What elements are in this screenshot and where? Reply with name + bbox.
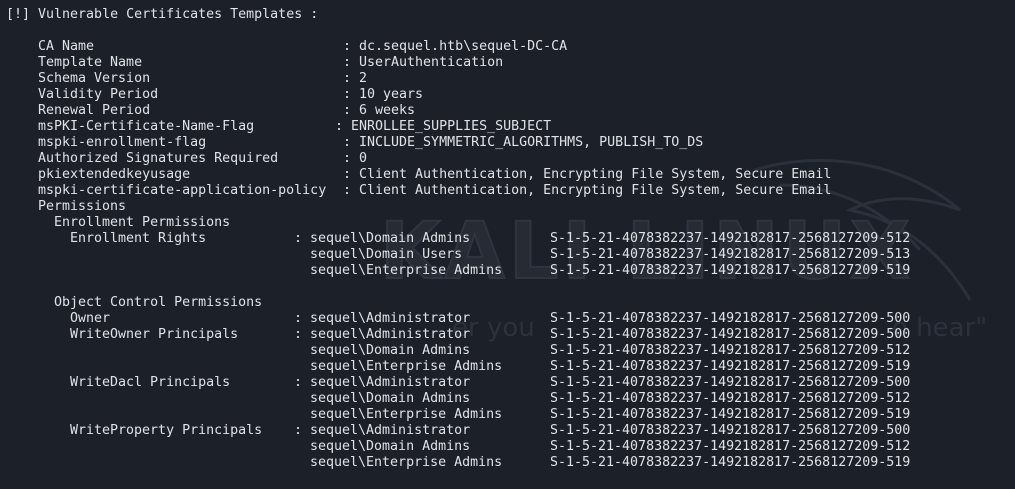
field-label: Template Name	[38, 55, 143, 70]
field-label: Validity Period	[38, 87, 159, 102]
principal-sid: S-1-5-21-4078382237-1492182817-256812720…	[550, 423, 911, 438]
template-field-row: mspki-certificate-application-policy : Cl…	[6, 183, 1015, 199]
principal-name: sequel\Domain Users	[310, 247, 463, 262]
principal-name: sequel\Domain Admins	[310, 231, 471, 246]
output-header: [!] Vulnerable Certificates Templates :	[6, 7, 319, 22]
field-label: Renewal Period	[38, 103, 151, 118]
permissions-label: Permissions	[38, 199, 127, 214]
principal-sid: S-1-5-21-4078382237-1492182817-256812720…	[550, 455, 911, 470]
principal-name: sequel\Domain Admins	[310, 439, 471, 454]
enrollment-permission-rows: Enrollment Rights: sequel\Domain Admins S-…	[6, 231, 1015, 279]
permission-separator: :	[294, 423, 303, 438]
principal-name: sequel\Administrator	[310, 375, 471, 390]
field-label: mspki-certificate-application-policy	[38, 183, 327, 198]
field-value: : 0	[343, 151, 368, 166]
permission-row: WriteDacl Principals: sequel\Administrato…	[6, 375, 1015, 391]
permission-row: sequel\Enterprise Admins S-1-5-21-4078382…	[6, 455, 1015, 471]
permission-row: WriteOwner Principals: sequel\Administrat…	[6, 327, 1015, 343]
field-label: pkiextendedkeyusage	[38, 167, 191, 182]
field-value: : dc.sequel.htb\sequel-DC-CA	[343, 39, 568, 54]
permission-row: sequel\Enterprise Admins S-1-5-21-4078382…	[6, 263, 1015, 279]
field-value: : 2	[343, 71, 368, 86]
permission-row: WriteProperty Principals: sequel\Administ…	[6, 423, 1015, 439]
permission-row: Owner: sequel\Administrator S-1-5-21-40783…	[6, 311, 1015, 327]
template-field-row: Validity Period : 10 years	[6, 87, 1015, 103]
template-field-row: Renewal Period : 6 weeks	[6, 103, 1015, 119]
permission-row: sequel\Domain Admins S-1-5-21-4078382237-…	[6, 391, 1015, 407]
permission-row: sequel\Enterprise Admins S-1-5-21-4078382…	[6, 407, 1015, 423]
field-value: : ENROLLEE_SUPPLIES_SUBJECT	[335, 119, 552, 134]
permission-name: WriteDacl Principals	[70, 375, 231, 390]
principal-sid: S-1-5-21-4078382237-1492182817-256812720…	[550, 391, 911, 406]
principal-sid: S-1-5-21-4078382237-1492182817-256812720…	[550, 247, 911, 262]
principal-sid: S-1-5-21-4078382237-1492182817-256812720…	[550, 359, 911, 374]
principal-name: sequel\Enterprise Admins	[310, 359, 503, 374]
permission-row: Enrollment Rights: sequel\Domain Admins S-…	[6, 231, 1015, 247]
template-field-row: Template Name : UserAuthentication	[6, 55, 1015, 71]
principal-name: sequel\Administrator	[310, 327, 471, 342]
principal-name: sequel\Enterprise Admins	[310, 455, 503, 470]
principal-sid: S-1-5-21-4078382237-1492182817-256812720…	[550, 231, 911, 246]
template-field-row: msPKI-Certificate-Name-Flag : ENROLLEE_SU…	[6, 119, 1015, 135]
permission-name: Enrollment Rights	[70, 231, 207, 246]
field-value: : Client Authentication, Encrypting File…	[343, 167, 832, 182]
field-value: : INCLUDE_SYMMETRIC_ALGORITHMS, PUBLISH_…	[343, 135, 704, 150]
principal-sid: S-1-5-21-4078382237-1492182817-256812720…	[550, 311, 911, 326]
principal-sid: S-1-5-21-4078382237-1492182817-256812720…	[550, 375, 911, 390]
permission-row: sequel\Domain Admins S-1-5-21-4078382237-…	[6, 439, 1015, 455]
principal-sid: S-1-5-21-4078382237-1492182817-256812720…	[550, 343, 911, 358]
template-field-row: mspki-enrollment-flag : INCLUDE_SYMMETRIC…	[6, 135, 1015, 151]
field-label: Authorized Signatures Required	[38, 151, 279, 166]
principal-name: sequel\Enterprise Admins	[310, 407, 503, 422]
template-field-row: CA Name : dc.sequel.htb\sequel-DC-CA	[6, 39, 1015, 55]
enrollment-permissions-label: Enrollment Permissions	[54, 215, 231, 230]
principal-name: sequel\Administrator	[310, 311, 471, 326]
principal-name: sequel\Domain Admins	[310, 391, 471, 406]
permission-separator: :	[294, 375, 303, 390]
object-control-label: Object Control Permissions	[54, 295, 263, 310]
permission-row: sequel\Domain Users S-1-5-21-4078382237-1…	[6, 247, 1015, 263]
object-control-rows: Owner: sequel\Administrator S-1-5-21-40783…	[6, 311, 1015, 471]
terminal-output: [!] Vulnerable Certificates Templates : …	[6, 7, 1015, 471]
field-label: Schema Version	[38, 71, 151, 86]
terminal-window[interactable]: KALI LINUX er you o hear" [!] Vulnerable…	[0, 0, 1015, 489]
field-label: msPKI-Certificate-Name-Flag	[38, 119, 255, 134]
principal-sid: S-1-5-21-4078382237-1492182817-256812720…	[550, 327, 911, 342]
field-label: mspki-enrollment-flag	[38, 135, 207, 150]
permission-name: WriteProperty Principals	[70, 423, 263, 438]
permission-name: Owner	[70, 311, 111, 326]
principal-sid: S-1-5-21-4078382237-1492182817-256812720…	[550, 407, 911, 422]
field-value: : 10 years	[343, 87, 424, 102]
template-fields: CA Name: dc.sequel.htb\sequel-DC-CA Templ…	[6, 39, 1015, 199]
template-field-row: pkiextendedkeyusage : Client Authenticati…	[6, 167, 1015, 183]
field-value: : Client Authentication, Encrypting File…	[343, 183, 832, 198]
principal-name: sequel\Enterprise Admins	[310, 263, 503, 278]
permission-row: sequel\Enterprise Admins S-1-5-21-4078382…	[6, 359, 1015, 375]
permission-separator: :	[294, 311, 303, 326]
permission-separator: :	[294, 231, 303, 246]
principal-sid: S-1-5-21-4078382237-1492182817-256812720…	[550, 263, 911, 278]
field-value: : UserAuthentication	[343, 55, 504, 70]
template-field-row: Authorized Signatures Required : 0	[6, 151, 1015, 167]
permission-separator: :	[294, 327, 303, 342]
permission-row: sequel\Domain Admins S-1-5-21-4078382237-…	[6, 343, 1015, 359]
permission-name: WriteOwner Principals	[70, 327, 239, 342]
principal-sid: S-1-5-21-4078382237-1492182817-256812720…	[550, 439, 911, 454]
field-label: CA Name	[38, 39, 95, 54]
field-value: : 6 weeks	[343, 103, 416, 118]
template-field-row: Schema Version : 2	[6, 71, 1015, 87]
principal-name: sequel\Administrator	[310, 423, 471, 438]
principal-name: sequel\Domain Admins	[310, 343, 471, 358]
